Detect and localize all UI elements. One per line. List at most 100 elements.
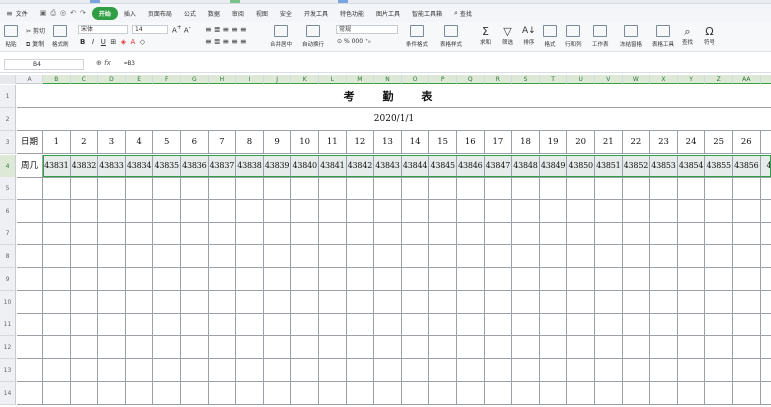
empty-cell[interactable] — [622, 291, 651, 314]
weekday-value-cell[interactable]: 43841 — [319, 155, 347, 178]
empty-cell[interactable] — [677, 268, 706, 291]
empty-cell[interactable] — [70, 222, 99, 245]
empty-cell[interactable] — [429, 222, 457, 245]
empty-cell[interactable] — [43, 313, 71, 336]
day-number-cell[interactable]: 11 — [319, 131, 347, 154]
empty-cell[interactable] — [374, 245, 402, 268]
empty-cell[interactable] — [401, 222, 430, 245]
thousands-button[interactable]: 000 — [352, 38, 363, 45]
empty-cell[interactable] — [125, 222, 154, 245]
empty-cell[interactable] — [236, 177, 264, 200]
empty-cell[interactable] — [153, 200, 181, 223]
empty-cell[interactable] — [733, 222, 761, 245]
date-label-cell[interactable]: 日期 — [17, 131, 43, 154]
empty-cell[interactable] — [98, 291, 126, 314]
align-top-group[interactable]: ≡≣≡≡≡ — [205, 25, 249, 34]
day-number-cell[interactable]: 5 — [153, 131, 181, 154]
empty-cell[interactable] — [677, 245, 706, 268]
empty-cell[interactable] — [319, 313, 347, 336]
empty-cell[interactable] — [484, 245, 513, 268]
empty-cell[interactable] — [539, 268, 568, 291]
empty-cell[interactable] — [650, 200, 678, 223]
clear-format-icon[interactable]: ◇ — [140, 38, 145, 46]
empty-cell[interactable] — [70, 359, 99, 382]
empty-cell[interactable] — [457, 268, 485, 291]
empty-cell[interactable] — [70, 200, 99, 223]
empty-cell[interactable] — [677, 336, 706, 359]
empty-cell[interactable] — [733, 359, 761, 382]
empty-cell[interactable] — [263, 268, 292, 291]
empty-cell[interactable] — [208, 268, 237, 291]
row-header[interactable]: 2 — [0, 108, 16, 131]
empty-cell[interactable] — [319, 382, 347, 405]
empty-cell[interactable] — [291, 177, 319, 200]
empty-cell[interactable] — [291, 245, 319, 268]
empty-cell[interactable] — [43, 177, 71, 200]
empty-cell[interactable] — [733, 291, 761, 314]
empty-cell[interactable] — [236, 291, 264, 314]
empty-cell[interactable] — [208, 382, 237, 405]
weekday-value-cell[interactable]: 43840 — [291, 155, 319, 178]
empty-cell[interactable] — [17, 291, 43, 314]
print-icon[interactable]: ⎙ — [50, 9, 56, 18]
day-number-cell[interactable]: 26 — [733, 131, 761, 154]
empty-cell[interactable] — [346, 291, 375, 314]
empty-cell[interactable] — [181, 222, 209, 245]
weekday-value-cell[interactable]: 43847 — [484, 155, 513, 178]
empty-cell[interactable] — [291, 200, 319, 223]
empty-cell[interactable] — [125, 382, 154, 405]
column-header[interactable]: H — [208, 75, 237, 84]
empty-cell[interactable] — [457, 222, 485, 245]
empty-cell[interactable] — [346, 336, 375, 359]
empty-cell[interactable] — [208, 359, 237, 382]
column-header[interactable]: U — [567, 75, 595, 84]
empty-cell[interactable] — [70, 336, 99, 359]
column-header[interactable]: K — [291, 75, 319, 84]
empty-cell[interactable] — [401, 200, 430, 223]
empty-cell[interactable] — [153, 177, 181, 200]
empty-cell[interactable] — [208, 245, 237, 268]
empty-cell[interactable] — [291, 291, 319, 314]
empty-cell[interactable] — [17, 359, 43, 382]
empty-cell[interactable] — [181, 268, 209, 291]
empty-cell[interactable] — [650, 268, 678, 291]
empty-cell[interactable] — [705, 245, 733, 268]
empty-cell[interactable] — [346, 359, 375, 382]
empty-cell[interactable] — [567, 200, 595, 223]
empty-cell[interactable] — [374, 291, 402, 314]
empty-cell[interactable] — [236, 200, 264, 223]
table-style-button[interactable]: 表格样式 — [440, 25, 462, 48]
empty-cell[interactable] — [153, 359, 181, 382]
row-header[interactable]: 7 — [0, 222, 16, 245]
empty-cell[interactable] — [70, 245, 99, 268]
column-header[interactable]: Q — [457, 75, 485, 84]
row-header[interactable]: 3 — [0, 131, 16, 154]
empty-cell[interactable] — [595, 200, 623, 223]
empty-cell[interactable] — [512, 382, 540, 405]
day-number-cell[interactable]: 10 — [291, 131, 319, 154]
empty-cell[interactable] — [733, 268, 761, 291]
day-number-cell[interactable]: 2 — [760, 131, 771, 154]
empty-cell[interactable] — [539, 313, 568, 336]
empty-cell[interactable] — [539, 177, 568, 200]
empty-cell[interactable] — [622, 359, 651, 382]
column-header[interactable]: G — [181, 75, 209, 84]
empty-cell[interactable] — [70, 291, 99, 314]
empty-cell[interactable] — [457, 177, 485, 200]
empty-cell[interactable] — [263, 336, 292, 359]
empty-cell[interactable] — [512, 177, 540, 200]
empty-cell[interactable] — [263, 222, 292, 245]
percent-button[interactable]: % — [344, 38, 350, 45]
name-box[interactable]: B4 — [4, 59, 84, 70]
day-number-cell[interactable]: 6 — [181, 131, 209, 154]
preview-icon[interactable]: ◎ — [60, 9, 66, 18]
empty-cell[interactable] — [484, 382, 513, 405]
formula-input[interactable]: =B3 — [124, 60, 135, 67]
row-header[interactable]: 5 — [0, 177, 16, 200]
empty-cell[interactable] — [236, 222, 264, 245]
empty-cell[interactable] — [70, 382, 99, 405]
empty-cell[interactable] — [374, 382, 402, 405]
empty-cell[interactable] — [705, 291, 733, 314]
empty-cell[interactable] — [291, 382, 319, 405]
tab-security[interactable]: 安全 — [274, 9, 298, 18]
